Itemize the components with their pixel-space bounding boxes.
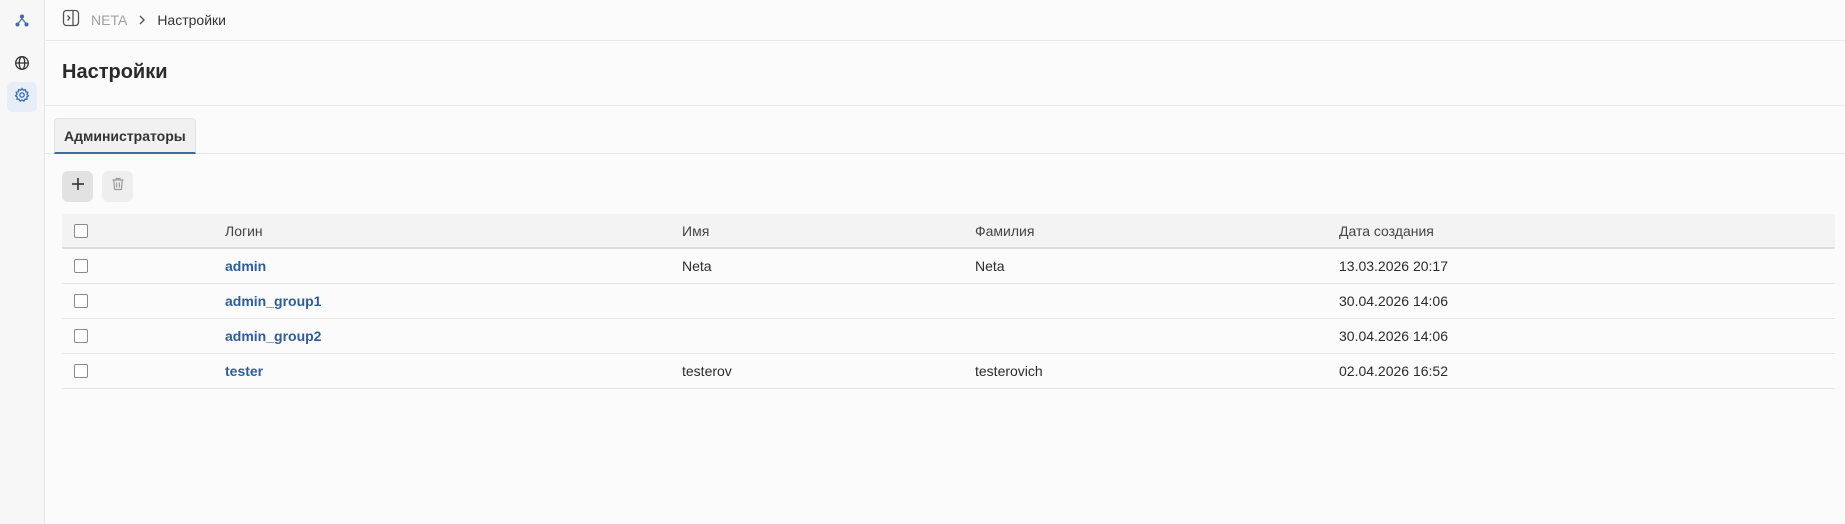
column-header-login[interactable]: Логин [225,214,263,247]
nav-settings-button[interactable] [7,82,37,112]
table-row: admin_group2 30.04.2026 14:06 [62,319,1835,354]
name-cell: Neta [682,258,712,274]
tab-bar: Администраторы [45,106,1845,154]
created-cell: 30.04.2026 14:06 [1339,328,1448,344]
nav-globe-button[interactable] [7,50,37,80]
column-header-name[interactable]: Имя [682,214,709,247]
table-header-row: Логин Имя Фамилия Дата создания [62,214,1835,249]
page-title: Настройки [62,61,168,83]
network-logo-icon[interactable] [11,10,33,32]
gear-icon [14,86,30,108]
row-checkbox[interactable] [74,329,88,343]
breadcrumb-current: Настройки [157,12,226,28]
globe-icon [14,55,30,76]
name-cell: testerov [682,363,732,379]
breadcrumb: NETA Настройки [45,0,1845,41]
administrators-table: Логин Имя Фамилия Дата создания admin Ne… [62,214,1835,389]
login-link[interactable]: admin_group1 [225,284,321,318]
add-button[interactable] [62,171,93,202]
row-checkbox[interactable] [74,364,88,378]
column-header-surname[interactable]: Фамилия [975,214,1034,247]
column-header-created[interactable]: Дата создания [1339,214,1434,247]
surname-cell: Neta [975,258,1005,274]
table-row: admin_group1 30.04.2026 14:06 [62,284,1835,319]
table-row: admin Neta Neta 13.03.2026 20:17 [62,249,1835,284]
created-cell: 02.04.2026 16:52 [1339,363,1448,379]
sidebar-toggle-button[interactable] [61,9,81,32]
row-checkbox[interactable] [74,259,88,273]
page-header: Настройки [45,41,1845,106]
tab-administrators[interactable]: Администраторы [54,118,196,154]
login-link[interactable]: admin [225,249,266,283]
surname-cell: testerovich [975,363,1043,379]
row-checkbox[interactable] [74,294,88,308]
login-link[interactable]: admin_group2 [225,319,321,353]
breadcrumb-root-link[interactable]: NETA [91,12,127,28]
created-cell: 13.03.2026 20:17 [1339,258,1448,274]
created-cell: 30.04.2026 14:06 [1339,293,1448,309]
select-all-checkbox[interactable] [74,223,88,238]
left-rail [0,0,45,524]
sidebar-toggle-icon [62,9,80,32]
login-link[interactable]: tester [225,354,263,388]
chevron-right-icon [137,15,147,25]
trash-icon [111,177,125,196]
table-row: tester testerov testerovich 02.04.2026 1… [62,354,1835,389]
delete-button[interactable] [102,171,133,202]
plus-icon [71,177,85,196]
